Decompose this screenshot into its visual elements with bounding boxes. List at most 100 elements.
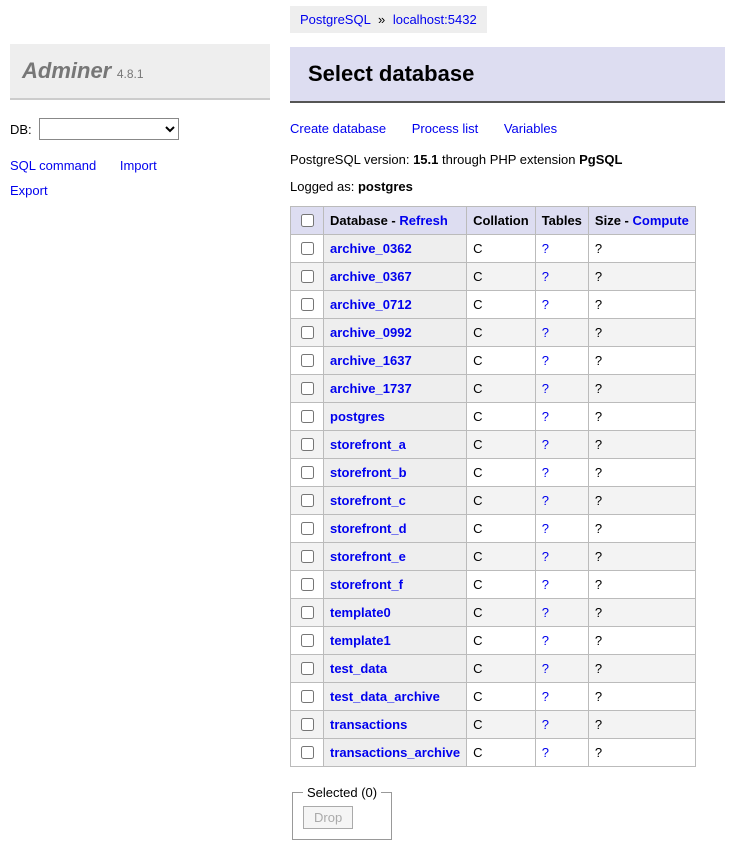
export-link[interactable]: Export	[10, 183, 48, 198]
select-all-checkbox[interactable]	[301, 214, 314, 227]
db-name-link[interactable]: test_data_archive	[330, 689, 440, 704]
row-size: ?	[588, 431, 695, 459]
tables-count-link[interactable]: ?	[542, 661, 549, 676]
tables-count-link[interactable]: ?	[542, 325, 549, 340]
tables-count-link[interactable]: ?	[542, 269, 549, 284]
variables-link[interactable]: Variables	[504, 121, 557, 136]
row-size: ?	[588, 347, 695, 375]
row-db-name: transactions_archive	[324, 739, 467, 767]
row-checkbox[interactable]	[301, 466, 314, 479]
db-name-link[interactable]: test_data	[330, 661, 387, 676]
db-name-link[interactable]: storefront_c	[330, 493, 406, 508]
tables-count-link[interactable]: ?	[542, 297, 549, 312]
table-row: archive_0362C??	[291, 235, 696, 263]
row-checkbox[interactable]	[301, 606, 314, 619]
db-name-link[interactable]: archive_1737	[330, 381, 412, 396]
refresh-link[interactable]: Refresh	[399, 213, 447, 228]
row-checkbox[interactable]	[301, 718, 314, 731]
table-row: archive_1737C??	[291, 375, 696, 403]
tables-count-link[interactable]: ?	[542, 437, 549, 452]
row-size: ?	[588, 683, 695, 711]
compute-link[interactable]: Compute	[632, 213, 688, 228]
db-name-link[interactable]: archive_0712	[330, 297, 412, 312]
process-list-link[interactable]: Process list	[412, 121, 478, 136]
tables-count-link[interactable]: ?	[542, 353, 549, 368]
db-name-link[interactable]: archive_1637	[330, 353, 412, 368]
row-checkbox[interactable]	[301, 634, 314, 647]
row-db-name: storefront_d	[324, 515, 467, 543]
row-checkbox-cell	[291, 487, 324, 515]
tables-count-link[interactable]: ?	[542, 409, 549, 424]
tables-count-link[interactable]: ?	[542, 577, 549, 592]
import-link[interactable]: Import	[120, 158, 157, 173]
row-checkbox[interactable]	[301, 578, 314, 591]
db-label: DB:	[10, 122, 32, 137]
row-checkbox[interactable]	[301, 690, 314, 703]
logo-block: Adminer 4.8.1	[10, 44, 270, 100]
row-tables: ?	[535, 487, 588, 515]
tables-count-link[interactable]: ?	[542, 241, 549, 256]
tables-count-link[interactable]: ?	[542, 549, 549, 564]
tables-count-link[interactable]: ?	[542, 633, 549, 648]
db-name-link[interactable]: storefront_f	[330, 577, 403, 592]
row-checkbox[interactable]	[301, 438, 314, 451]
db-name-link[interactable]: storefront_a	[330, 437, 406, 452]
db-name-link[interactable]: storefront_b	[330, 465, 407, 480]
row-size: ?	[588, 627, 695, 655]
tables-count-link[interactable]: ?	[542, 381, 549, 396]
row-db-name: storefront_a	[324, 431, 467, 459]
row-checkbox-cell	[291, 571, 324, 599]
row-checkbox-cell	[291, 739, 324, 767]
db-name-link[interactable]: archive_0367	[330, 269, 412, 284]
header-checkbox-cell	[291, 207, 324, 235]
tables-count-link[interactable]: ?	[542, 493, 549, 508]
db-selector-row: DB:	[10, 118, 270, 140]
tables-count-link[interactable]: ?	[542, 689, 549, 704]
row-checkbox[interactable]	[301, 746, 314, 759]
tables-count-link[interactable]: ?	[542, 465, 549, 480]
db-name-link[interactable]: postgres	[330, 409, 385, 424]
db-name-link[interactable]: template0	[330, 605, 391, 620]
row-checkbox[interactable]	[301, 662, 314, 675]
row-checkbox[interactable]	[301, 382, 314, 395]
tables-count-link[interactable]: ?	[542, 745, 549, 760]
breadcrumb-host[interactable]: localhost:5432	[393, 12, 477, 27]
row-checkbox[interactable]	[301, 270, 314, 283]
tables-count-link[interactable]: ?	[542, 717, 549, 732]
table-row: storefront_dC??	[291, 515, 696, 543]
breadcrumb-driver[interactable]: PostgreSQL	[300, 12, 370, 27]
db-name-link[interactable]: archive_0362	[330, 241, 412, 256]
row-size: ?	[588, 739, 695, 767]
sql-command-link[interactable]: SQL command	[10, 158, 96, 173]
row-checkbox[interactable]	[301, 354, 314, 367]
drop-button[interactable]: Drop	[303, 806, 353, 829]
row-checkbox[interactable]	[301, 494, 314, 507]
row-db-name: archive_1637	[324, 347, 467, 375]
row-tables: ?	[535, 515, 588, 543]
row-collation: C	[467, 627, 536, 655]
db-select[interactable]	[39, 118, 179, 140]
row-db-name: archive_1737	[324, 375, 467, 403]
row-size: ?	[588, 571, 695, 599]
row-checkbox[interactable]	[301, 550, 314, 563]
db-name-link[interactable]: storefront_e	[330, 549, 406, 564]
row-checkbox[interactable]	[301, 522, 314, 535]
row-checkbox-cell	[291, 235, 324, 263]
db-name-link[interactable]: template1	[330, 633, 391, 648]
row-tables: ?	[535, 403, 588, 431]
row-checkbox[interactable]	[301, 326, 314, 339]
db-name-link[interactable]: transactions_archive	[330, 745, 460, 760]
db-name-link[interactable]: storefront_d	[330, 521, 407, 536]
row-collation: C	[467, 347, 536, 375]
row-checkbox[interactable]	[301, 298, 314, 311]
tables-count-link[interactable]: ?	[542, 605, 549, 620]
create-database-link[interactable]: Create database	[290, 121, 386, 136]
tables-count-link[interactable]: ?	[542, 521, 549, 536]
row-db-name: storefront_c	[324, 487, 467, 515]
row-collation: C	[467, 459, 536, 487]
row-checkbox[interactable]	[301, 410, 314, 423]
db-name-link[interactable]: transactions	[330, 717, 407, 732]
row-checkbox[interactable]	[301, 242, 314, 255]
db-name-link[interactable]: archive_0992	[330, 325, 412, 340]
breadcrumb: PostgreSQL » localhost:5432	[290, 6, 487, 33]
